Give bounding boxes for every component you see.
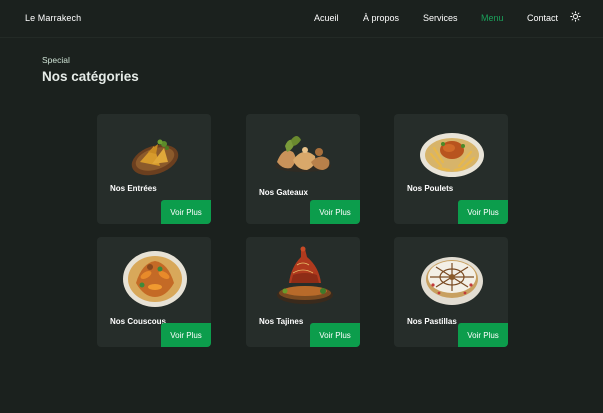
tajine-dish-icon xyxy=(277,246,333,304)
nav-link-a-propos[interactable]: À propos xyxy=(363,13,399,23)
category-name: Nos Tajines xyxy=(259,317,304,326)
nav-link-accueil[interactable]: Acueil xyxy=(314,13,339,23)
voir-plus-couscous-button[interactable]: Voir Plus xyxy=(161,323,211,347)
section-eyebrow: Special xyxy=(42,55,70,65)
voir-plus-gateaux-button[interactable]: Voir Plus xyxy=(310,200,360,224)
category-card-poulets: Nos Poulets Voir Plus xyxy=(394,114,508,224)
voir-plus-pastillas-button[interactable]: Voir Plus xyxy=(458,323,508,347)
brand-logo-text[interactable]: Le Marrakech xyxy=(25,13,81,23)
category-card-tajines: Nos Tajines Voir Plus xyxy=(246,237,360,347)
category-name: Nos Gateaux xyxy=(259,188,308,197)
sun-icon[interactable] xyxy=(570,11,581,22)
category-name: Nos Poulets xyxy=(407,184,454,193)
category-name: Nos Pastillas xyxy=(407,317,457,326)
poulets-dish-icon xyxy=(420,133,484,177)
couscous-dish-icon xyxy=(123,251,187,307)
pastilla-dish-icon xyxy=(421,257,483,305)
category-card-couscous: Nos Couscous Voir Plus xyxy=(97,237,211,347)
category-card-gateaux: Nos Gateaux Voir Plus xyxy=(246,114,360,224)
gateaux-dish-icon xyxy=(275,136,331,172)
voir-plus-poulets-button[interactable]: Voir Plus xyxy=(458,200,508,224)
voir-plus-entrees-button[interactable]: Voir Plus xyxy=(161,200,211,224)
category-name: Nos Entrées xyxy=(110,184,157,193)
nav-link-services[interactable]: Services xyxy=(423,13,458,23)
navbar: Le Marrakech Acueil À propos Services Me… xyxy=(0,0,603,38)
section-title: Nos catégories xyxy=(42,69,139,84)
entrees-dish-icon xyxy=(131,139,179,176)
voir-plus-tajines-button[interactable]: Voir Plus xyxy=(310,323,360,347)
category-card-entrees: Nos Entrées Voir Plus xyxy=(97,114,211,224)
category-name: Nos Couscous xyxy=(110,317,167,326)
nav-link-menu[interactable]: Menu xyxy=(481,13,504,23)
category-card-pastillas: Nos Pastillas Voir Plus xyxy=(394,237,508,347)
nav-link-contact[interactable]: Contact xyxy=(527,13,558,23)
